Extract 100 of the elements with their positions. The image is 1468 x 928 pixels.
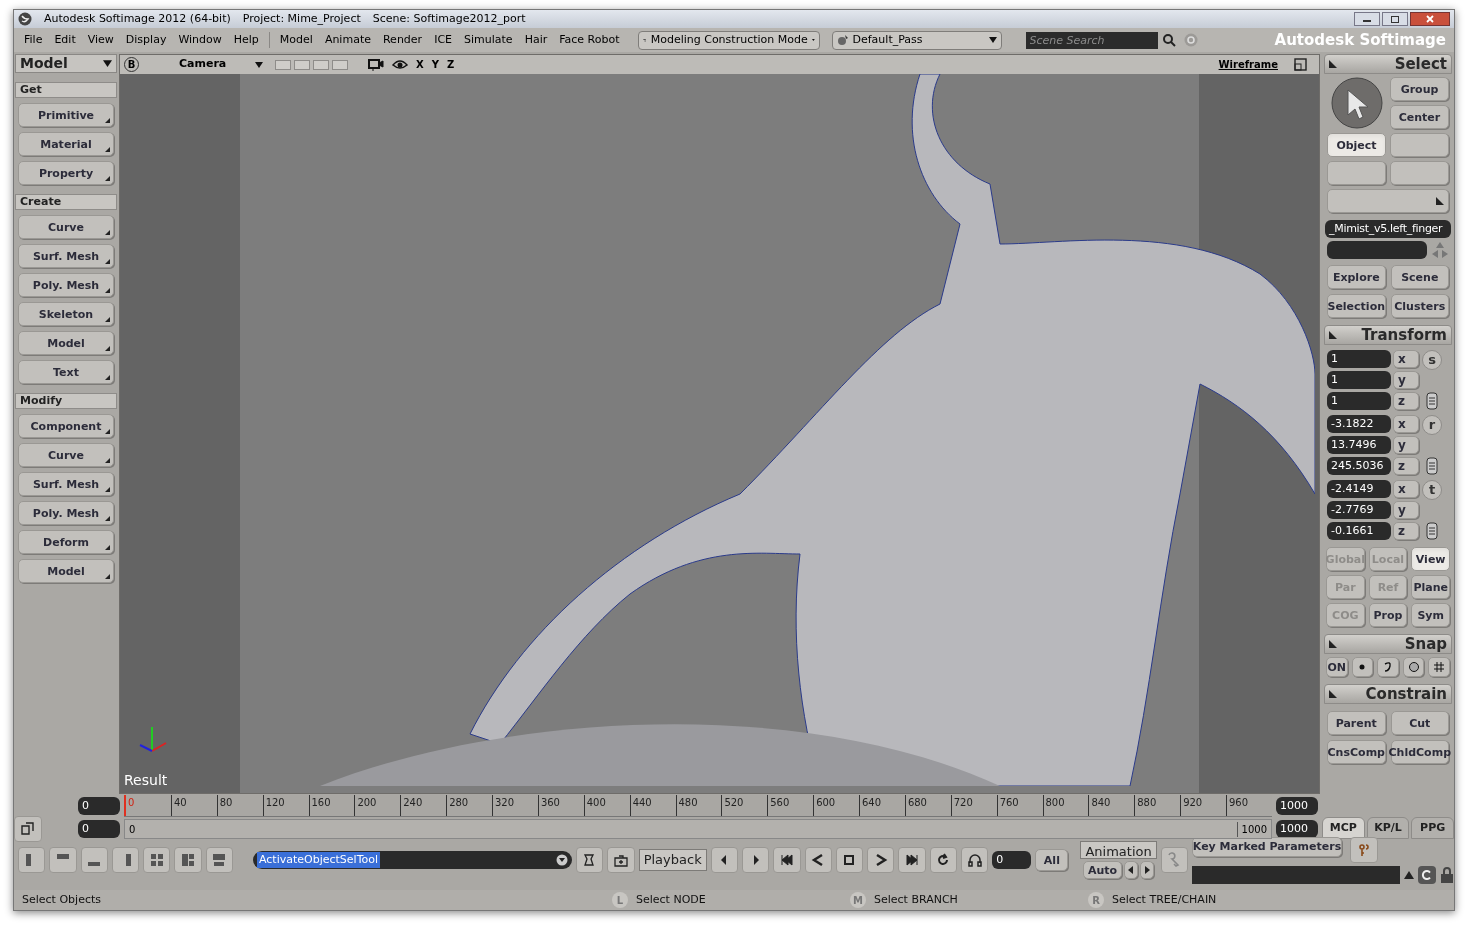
reference-mode-button[interactable]: Prop <box>1368 603 1408 627</box>
tool-button[interactable]: Component <box>18 414 114 438</box>
menu-item[interactable]: Render <box>376 31 429 49</box>
section-header[interactable]: Modify <box>15 393 117 409</box>
next-frame-icon[interactable] <box>741 847 770 873</box>
tool-button[interactable]: Curve <box>18 215 114 239</box>
timeline-start-field[interactable]: 0 <box>78 797 120 815</box>
transform-symbol[interactable]: r <box>1422 415 1442 435</box>
panel-tab[interactable]: PPG <box>1411 817 1454 839</box>
lock-bar-icon[interactable] <box>1426 457 1438 475</box>
explore-button[interactable]: Explore <box>1327 265 1386 289</box>
lock-icon[interactable] <box>1440 866 1454 883</box>
filter-field[interactable] <box>1327 241 1427 259</box>
headphones-icon[interactable] <box>960 847 989 873</box>
pass-dropdown[interactable]: Default_Pass <box>831 30 1002 50</box>
transform-symbol[interactable]: s <box>1422 350 1442 370</box>
menu-item[interactable]: View <box>81 31 120 49</box>
explore-button[interactable]: Clusters <box>1390 294 1449 318</box>
previous-key-button[interactable] <box>1124 861 1139 879</box>
value-field[interactable]: -0.1661 <box>1327 522 1391 540</box>
layout-icon[interactable] <box>49 847 77 873</box>
axis-button[interactable]: z <box>1393 392 1419 410</box>
maximize-icon[interactable] <box>1294 58 1307 71</box>
loop-icon[interactable] <box>929 847 957 873</box>
search-icon[interactable] <box>1161 33 1176 47</box>
arrow-cursor-icon[interactable] <box>1330 77 1383 129</box>
select-mode-button[interactable]: Center <box>1390 105 1449 129</box>
value-field[interactable]: -2.4149 <box>1327 480 1391 498</box>
stop-icon[interactable] <box>835 847 864 873</box>
animation-button[interactable]: Animation <box>1080 841 1157 859</box>
axis-button[interactable]: x <box>1393 480 1419 498</box>
timeline-ruler[interactable]: 0 40 80 120 160 200 240 280 320 360 400 440 480 520 560 600 640 680 720 760 800 840 880 920 960 <box>124 795 1272 817</box>
snap-sphere-button[interactable] <box>1402 657 1425 677</box>
snap-point-button[interactable] <box>1351 657 1374 677</box>
playback-button[interactable]: Playback <box>638 849 707 871</box>
menu-item[interactable]: ICE <box>428 31 458 49</box>
constrain-button[interactable]: ChldComp <box>1390 740 1449 764</box>
explore-button[interactable]: Selection <box>1327 294 1386 318</box>
frame-field[interactable]: 0 <box>992 851 1032 869</box>
eye-icon[interactable] <box>392 58 408 71</box>
menu-item[interactable]: Model <box>273 31 319 49</box>
snap-on-button[interactable]: ON <box>1326 657 1348 677</box>
tool-button[interactable]: Material <box>18 132 114 156</box>
constrain-button[interactable]: Parent <box>1327 711 1386 735</box>
tool-button[interactable]: Surf. Mesh <box>18 244 114 268</box>
menu-item[interactable]: Hair <box>518 31 554 49</box>
tool-button[interactable]: Text <box>18 360 114 384</box>
layout-icon[interactable] <box>174 847 202 873</box>
axis-button[interactable]: z <box>1393 457 1419 475</box>
toolbox-icon[interactable] <box>607 847 635 873</box>
transform-symbol[interactable]: t <box>1422 480 1442 500</box>
command-field[interactable]: ActivateObjectSelTool <box>252 851 573 869</box>
tool-button[interactable]: Surf. Mesh <box>18 472 114 496</box>
layout-icon[interactable] <box>80 847 108 873</box>
value-field[interactable]: 1 <box>1327 392 1391 410</box>
tool-button[interactable]: Model <box>18 559 114 583</box>
menu-item[interactable]: Edit <box>48 31 82 49</box>
tool-button[interactable]: Curve <box>18 443 114 467</box>
reference-mode-button[interactable]: Sym <box>1411 603 1450 627</box>
section-header[interactable]: Get <box>15 82 117 98</box>
panel-header[interactable]: Constrain <box>1324 684 1452 704</box>
value-field[interactable]: 1 <box>1327 371 1391 389</box>
panel-tab[interactable]: MCP <box>1322 817 1365 839</box>
up-triangle-icon[interactable] <box>1404 870 1414 879</box>
object-name-field[interactable]: _Mimist_v5.left_finger <box>1325 220 1451 238</box>
tool-button[interactable]: Deform <box>18 530 114 554</box>
play-icon[interactable] <box>867 847 895 873</box>
search-field[interactable]: Scene Search <box>1025 31 1158 49</box>
value-field[interactable]: -2.7769 <box>1327 501 1391 519</box>
camera-dropdown[interactable]: Camera <box>147 56 267 73</box>
tool-button[interactable]: Primitive <box>18 103 114 127</box>
value-field[interactable]: 13.7496 <box>1327 436 1391 454</box>
lock-bar-icon[interactable] <box>1426 522 1438 540</box>
menu-item[interactable]: Face Robot <box>553 31 626 49</box>
axis-button[interactable]: y <box>1393 436 1419 454</box>
keyring-icon[interactable] <box>1350 836 1378 863</box>
tool-button[interactable]: Property <box>18 161 114 185</box>
play-backward-icon[interactable] <box>804 847 832 873</box>
menu-item[interactable]: Simulate <box>458 31 519 49</box>
constrain-button[interactable]: Cut <box>1390 711 1449 735</box>
section-header[interactable]: Create <box>15 194 117 210</box>
timeline-end-field[interactable]: 1000 <box>1276 797 1318 815</box>
value-field[interactable]: 1 <box>1327 350 1391 368</box>
select-mode-button[interactable]: Group <box>1390 77 1449 101</box>
minimize-icon[interactable] <box>1354 12 1380 26</box>
camera-icon[interactable] <box>368 58 384 71</box>
panel-header[interactable]: Snap <box>1324 634 1452 654</box>
tool-button[interactable]: Model <box>18 331 114 355</box>
first-frame-icon[interactable] <box>773 847 801 873</box>
restore-icon[interactable] <box>1382 12 1408 26</box>
layers-icon[interactable] <box>14 816 42 842</box>
panel-tab[interactable]: KP/L <box>1366 817 1410 839</box>
panel-header[interactable]: Transform <box>1324 325 1452 345</box>
axis-toggle[interactable]: Y <box>431 57 439 72</box>
menu-item[interactable]: Help <box>227 31 265 49</box>
copyright-c-icon[interactable] <box>1418 865 1436 884</box>
constrain-button[interactable]: CnsComp <box>1327 740 1386 764</box>
layout-icon[interactable] <box>205 847 233 873</box>
layout-icon[interactable] <box>111 847 140 873</box>
display-mode-menu[interactable]: Wireframe <box>1218 57 1278 72</box>
